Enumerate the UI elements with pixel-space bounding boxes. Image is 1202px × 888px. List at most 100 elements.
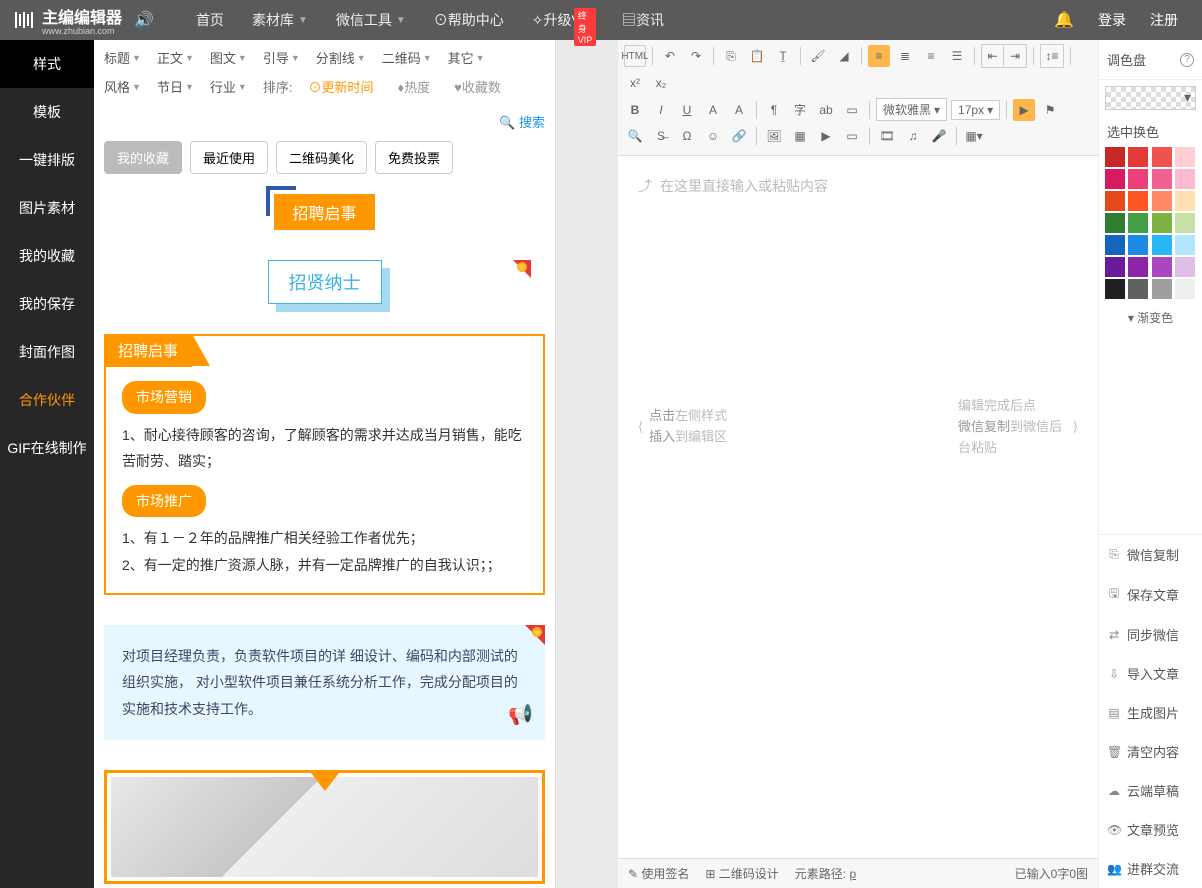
help-icon[interactable]: ? <box>1180 53 1194 67</box>
filter-qrcode[interactable]: 二维码▼ <box>382 48 432 67</box>
color-swatch[interactable] <box>1175 213 1195 233</box>
gradient-link[interactable]: ▾ 渐变色 <box>1099 299 1202 336</box>
bell-icon[interactable]: 🔔 <box>1054 10 1074 30</box>
sidebar-item-auto-layout[interactable]: 一键排版 <box>0 136 94 184</box>
sidebar-item-images[interactable]: 图片素材 <box>0 184 94 232</box>
color-swatch[interactable] <box>1128 169 1148 189</box>
tb-music-icon[interactable]: ♫ <box>902 125 924 147</box>
tb-film-icon[interactable]: 🎞 <box>876 125 898 147</box>
sidebar-item-style[interactable]: 样式 <box>0 40 94 88</box>
color-swatch[interactable] <box>1128 279 1148 299</box>
nav-news[interactable]: ▤资讯 <box>622 10 664 30</box>
sidebar-item-gif[interactable]: GIF在线制作 <box>0 424 94 472</box>
tb-paragraph-icon[interactable]: ¶ <box>763 99 785 121</box>
tb-html[interactable]: HTML <box>624 45 646 67</box>
action-清空内容[interactable]: 🗑清空内容 <box>1099 732 1202 771</box>
search-link[interactable]: 🔍 搜索 <box>499 112 545 131</box>
filter-festival[interactable]: 节日▼ <box>157 77 194 96</box>
tb-strike-icon[interactable]: S̶ <box>650 125 672 147</box>
color-swatch[interactable] <box>1105 147 1125 167</box>
tb-underline-icon[interactable]: U <box>676 99 698 121</box>
btn-my-fav[interactable]: 我的收藏 <box>104 141 182 174</box>
footer-qr[interactable]: ⊞ 二维码设计 <box>705 865 778 882</box>
tb-eraser-icon[interactable]: ◢ <box>833 45 855 67</box>
color-swatch[interactable] <box>1105 257 1125 277</box>
tb-sup-icon[interactable]: x² <box>624 72 646 94</box>
style-list[interactable]: 招聘启事 招贤纳士 招聘启事 市场营销 1、耐心接待顾客的咨询，了解顾客的需求并… <box>94 180 555 888</box>
transparent-swatch[interactable] <box>1105 86 1196 110</box>
tb-line-height-icon[interactable]: ↕≡ <box>1041 45 1063 67</box>
action-进群交流[interactable]: 👥进群交流 <box>1099 849 1202 888</box>
btn-free-vote[interactable]: 免费投票 <box>375 141 453 174</box>
tb-mic-icon[interactable]: 🎤 <box>928 125 950 147</box>
tb-image-icon[interactable]: 🖼 <box>763 125 785 147</box>
tb-align-justify-icon[interactable]: ☰ <box>946 45 968 67</box>
color-swatch[interactable] <box>1128 235 1148 255</box>
filter-style-cat[interactable]: 风格▼ <box>104 77 141 96</box>
sound-icon[interactable]: 🔊 <box>134 10 154 30</box>
color-swatch[interactable] <box>1152 147 1172 167</box>
tb-link-icon[interactable]: 🔗 <box>728 125 750 147</box>
color-swatch[interactable] <box>1152 169 1172 189</box>
sort-update[interactable]: ⊙更新时间 <box>308 77 373 96</box>
color-swatch[interactable] <box>1152 279 1172 299</box>
tb-outdent-icon[interactable]: ⇥ <box>1004 45 1026 67</box>
tb-copy-icon[interactable]: ⎘ <box>720 45 742 67</box>
sidebar-item-template[interactable]: 模板 <box>0 88 94 136</box>
action-生成图片[interactable]: ▤生成图片 <box>1099 693 1202 732</box>
tb-multi-image-icon[interactable]: ▦ <box>789 125 811 147</box>
filter-industry[interactable]: 行业▼ <box>210 77 247 96</box>
tb-size-select[interactable]: 17px▾ <box>951 100 1000 120</box>
action-保存文章[interactable]: 🖫保存文章 <box>1099 574 1202 615</box>
filter-image-text[interactable]: 图文▼ <box>210 48 247 67</box>
style-card-3[interactable]: 招聘启事 市场营销 1、耐心接待顾客的咨询，了解顾客的需求并达成当月销售，能吃苦… <box>104 334 545 595</box>
tb-video-icon[interactable]: ▶ <box>815 125 837 147</box>
filter-divider[interactable]: 分割线▼ <box>316 48 366 67</box>
tb-brush-icon[interactable]: 🖌 <box>807 45 829 67</box>
color-swatch[interactable] <box>1128 257 1148 277</box>
tb-fontcolor-icon[interactable]: A <box>702 99 724 121</box>
action-微信复制[interactable]: ⎘微信复制 <box>1099 535 1202 574</box>
style-card-4[interactable]: 对项目经理负责，负责软件项目的详 细设计、编码和内部测试的组织实施， 对小型软件… <box>104 625 545 741</box>
tb-find-icon[interactable]: 🔍 <box>624 125 646 147</box>
color-swatch[interactable] <box>1105 213 1125 233</box>
btn-qrcode-beautify[interactable]: 二维码美化 <box>276 141 367 174</box>
color-swatch[interactable] <box>1105 279 1125 299</box>
tb-undo-icon[interactable]: ↶ <box>659 45 681 67</box>
nav-help[interactable]: ⊙帮助中心 <box>434 10 504 30</box>
color-swatch[interactable] <box>1105 169 1125 189</box>
tb-flag-icon[interactable]: ⚑ <box>1039 99 1061 121</box>
color-swatch[interactable] <box>1175 235 1195 255</box>
color-swatch[interactable] <box>1128 213 1148 233</box>
nav-library[interactable]: 素材库▼ <box>252 10 308 30</box>
sort-fav[interactable]: ♥收藏数 <box>454 77 501 96</box>
tb-sub-icon[interactable]: x₂ <box>650 72 672 94</box>
editor-body[interactable]: ⤴ 在这里直接输入或粘贴内容 ⟨ 点击左侧样式插入到编辑区 编辑完成后点微信复制… <box>618 156 1098 858</box>
register-link[interactable]: 注册 <box>1150 10 1178 30</box>
color-swatch[interactable] <box>1175 147 1195 167</box>
color-swatch[interactable] <box>1175 191 1195 211</box>
color-swatch[interactable] <box>1152 191 1172 211</box>
btn-recent[interactable]: 最近使用 <box>190 141 268 174</box>
color-swatch[interactable] <box>1128 147 1148 167</box>
filter-guide[interactable]: 引导▼ <box>263 48 300 67</box>
color-swatch[interactable] <box>1128 191 1148 211</box>
style-card-5[interactable] <box>104 770 545 884</box>
style-card-2[interactable]: 招贤纳士 <box>104 260 545 304</box>
action-云端草稿[interactable]: ☁云端草稿 <box>1099 771 1202 810</box>
tb-card-icon[interactable]: ▭ <box>841 125 863 147</box>
tb-table-icon[interactable]: ▦▾ <box>963 125 985 147</box>
color-swatch[interactable] <box>1175 169 1195 189</box>
color-swatch[interactable] <box>1152 257 1172 277</box>
color-swatch[interactable] <box>1152 235 1172 255</box>
tb-paste-icon[interactable]: 📋 <box>746 45 768 67</box>
tb-border-icon[interactable]: ▭ <box>841 99 863 121</box>
tb-align-left-icon[interactable]: ≡ <box>868 45 890 67</box>
filter-body[interactable]: 正文▼ <box>157 48 194 67</box>
tb-align-right-icon[interactable]: ≡ <box>920 45 942 67</box>
sidebar-item-cover[interactable]: 封面作图 <box>0 328 94 376</box>
nav-wx-tools[interactable]: 微信工具▼ <box>336 10 406 30</box>
tb-omega-icon[interactable]: Ω <box>676 125 698 147</box>
tb-indent-icon[interactable]: ⇤ <box>982 45 1004 67</box>
sort-hot[interactable]: ♦热度 <box>397 77 430 96</box>
